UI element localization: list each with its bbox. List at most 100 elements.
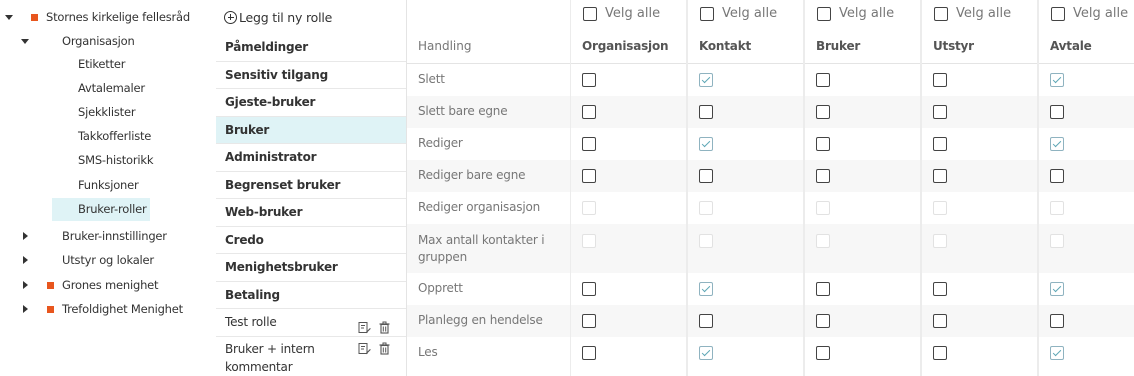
add-role-button[interactable]: Legg til ny rolle bbox=[224, 8, 332, 26]
select-all-checkbox[interactable] bbox=[700, 6, 714, 21]
select-all-label: Velg alle bbox=[722, 6, 778, 21]
column-header: Utstyr bbox=[933, 39, 974, 53]
permission-label: Rediger bbox=[418, 136, 463, 150]
select-all-control[interactable]: Velg alle bbox=[817, 6, 894, 21]
permission-checkbox[interactable] bbox=[933, 169, 947, 183]
permission-checkbox[interactable] bbox=[699, 137, 713, 151]
tree-item-takkofferliste[interactable]: Takkofferliste bbox=[78, 125, 151, 147]
role-label: Påmeldinger bbox=[225, 40, 309, 54]
org-tree: Stornes kirkelige fellesråd Organisasjon E… bbox=[0, 0, 207, 376]
select-all-control[interactable]: Velg alle bbox=[1051, 6, 1128, 21]
role-actions bbox=[358, 317, 391, 334]
role-item[interactable]: Menighetsbruker bbox=[216, 254, 406, 282]
role-actions bbox=[358, 342, 391, 355]
permission-checkbox[interactable] bbox=[933, 314, 947, 328]
permission-checkbox[interactable] bbox=[582, 73, 596, 87]
column-header: Kontakt bbox=[699, 39, 752, 53]
permission-checkbox[interactable] bbox=[699, 105, 713, 119]
role-item[interactable]: Betaling bbox=[216, 282, 406, 309]
tree-node-congregation[interactable]: Trefoldighet Menighet bbox=[62, 298, 183, 320]
trash-icon[interactable] bbox=[378, 342, 391, 355]
permission-checkbox[interactable] bbox=[582, 105, 596, 119]
permission-checkbox bbox=[582, 234, 596, 248]
tree-node-root[interactable]: Stornes kirkelige fellesråd bbox=[46, 6, 190, 28]
permission-checkbox[interactable] bbox=[816, 346, 830, 360]
tree-item-sms-historikk[interactable]: SMS-historikk bbox=[78, 149, 154, 171]
expand-toggle-icon[interactable] bbox=[20, 298, 30, 320]
permission-label: Les bbox=[418, 345, 438, 359]
trash-icon[interactable] bbox=[378, 317, 391, 334]
permission-checkbox[interactable] bbox=[582, 314, 596, 328]
expand-toggle-icon[interactable] bbox=[20, 249, 30, 271]
permission-checkbox[interactable] bbox=[933, 137, 947, 151]
permission-checkbox[interactable] bbox=[1050, 314, 1064, 328]
expand-toggle-icon[interactable] bbox=[20, 274, 30, 296]
role-item[interactable]: Credo bbox=[216, 227, 406, 254]
role-item[interactable]: Begrenset bruker bbox=[216, 172, 406, 199]
permission-checkbox[interactable] bbox=[699, 169, 713, 183]
permission-checkbox[interactable] bbox=[816, 73, 830, 87]
select-all-checkbox[interactable] bbox=[934, 6, 948, 21]
permission-checkbox[interactable] bbox=[582, 346, 596, 360]
role-label: Begrenset bruker bbox=[225, 177, 341, 192]
permission-checkbox[interactable] bbox=[933, 282, 947, 296]
select-all-checkbox[interactable] bbox=[583, 6, 597, 21]
permission-checkbox[interactable] bbox=[816, 169, 830, 183]
select-all-label: Velg alle bbox=[1073, 6, 1129, 21]
permission-checkbox[interactable] bbox=[1050, 282, 1064, 296]
permission-checkbox bbox=[699, 201, 713, 215]
triangle-shape bbox=[21, 38, 29, 44]
expand-toggle-icon[interactable] bbox=[20, 225, 30, 247]
permission-checkbox[interactable] bbox=[816, 282, 830, 296]
select-all-control[interactable]: Velg alle bbox=[934, 6, 1011, 21]
permission-checkbox[interactable] bbox=[933, 346, 947, 360]
permission-checkbox[interactable] bbox=[816, 314, 830, 328]
permission-checkbox[interactable] bbox=[933, 105, 947, 119]
tree-node-congregation[interactable]: Grones menighet bbox=[62, 274, 159, 296]
role-label: Bruker + intern kommentar bbox=[225, 341, 315, 374]
collapse-toggle-icon[interactable] bbox=[4, 6, 14, 28]
tree-item-bruker-roller[interactable]: Bruker-roller bbox=[78, 198, 147, 220]
tree-item-etiketter[interactable]: Etiketter bbox=[78, 53, 126, 75]
permission-checkbox bbox=[816, 201, 830, 215]
select-all-checkbox[interactable] bbox=[1051, 6, 1065, 21]
select-all-control[interactable]: Velg alle bbox=[583, 6, 660, 21]
permission-checkbox[interactable] bbox=[699, 73, 713, 87]
role-label: Gjeste-bruker bbox=[225, 95, 316, 109]
role-item[interactable]: Bruker + intern kommentar bbox=[216, 337, 406, 376]
permission-checkbox[interactable] bbox=[816, 137, 830, 151]
tree-node-organisasjon[interactable]: Organisasjon bbox=[62, 30, 135, 52]
add-role-label: Legg til ny rolle bbox=[239, 9, 333, 25]
permission-checkbox[interactable] bbox=[1050, 169, 1064, 183]
role-item[interactable]: Gjeste-bruker bbox=[216, 89, 406, 117]
permission-checkbox[interactable] bbox=[582, 169, 596, 183]
select-all-control[interactable]: Velg alle bbox=[700, 6, 777, 21]
role-item[interactable]: Administrator bbox=[216, 144, 406, 172]
permission-checkbox[interactable] bbox=[699, 346, 713, 360]
edit-icon[interactable] bbox=[358, 342, 371, 355]
permission-checkbox[interactable] bbox=[582, 282, 596, 296]
permission-checkbox[interactable] bbox=[816, 105, 830, 119]
tree-item-avtalemaler[interactable]: Avtalemaler bbox=[78, 77, 145, 99]
tree-item-sjekklister[interactable]: Sjekklister bbox=[78, 101, 136, 123]
role-item[interactable]: Test rolle bbox=[216, 309, 406, 337]
role-item[interactable]: Sensitiv tilgang bbox=[216, 62, 406, 89]
role-item[interactable]: Bruker bbox=[216, 116, 406, 144]
edit-icon[interactable] bbox=[358, 317, 371, 334]
select-all-checkbox[interactable] bbox=[817, 6, 831, 21]
permission-checkbox[interactable] bbox=[699, 314, 713, 328]
permission-checkbox[interactable] bbox=[1050, 73, 1064, 87]
role-item[interactable]: Påmeldinger bbox=[216, 34, 406, 62]
permission-checkbox[interactable] bbox=[582, 137, 596, 151]
tree-item-funksjoner[interactable]: Funksjoner bbox=[78, 174, 139, 196]
permission-checkbox[interactable] bbox=[1050, 137, 1064, 151]
permission-checkbox[interactable] bbox=[1050, 346, 1064, 360]
permission-checkbox[interactable] bbox=[1050, 105, 1064, 119]
tree-node-bruker-innstillinger[interactable]: Bruker-innstillinger bbox=[62, 225, 167, 247]
collapse-toggle-icon[interactable] bbox=[20, 30, 30, 52]
permission-checkbox[interactable] bbox=[699, 282, 713, 296]
tree-node-utstyr-og-lokaler[interactable]: Utstyr og lokaler bbox=[62, 249, 154, 271]
triangle-shape bbox=[22, 281, 28, 289]
role-item[interactable]: Web-bruker bbox=[216, 199, 406, 227]
permission-checkbox[interactable] bbox=[933, 73, 947, 87]
